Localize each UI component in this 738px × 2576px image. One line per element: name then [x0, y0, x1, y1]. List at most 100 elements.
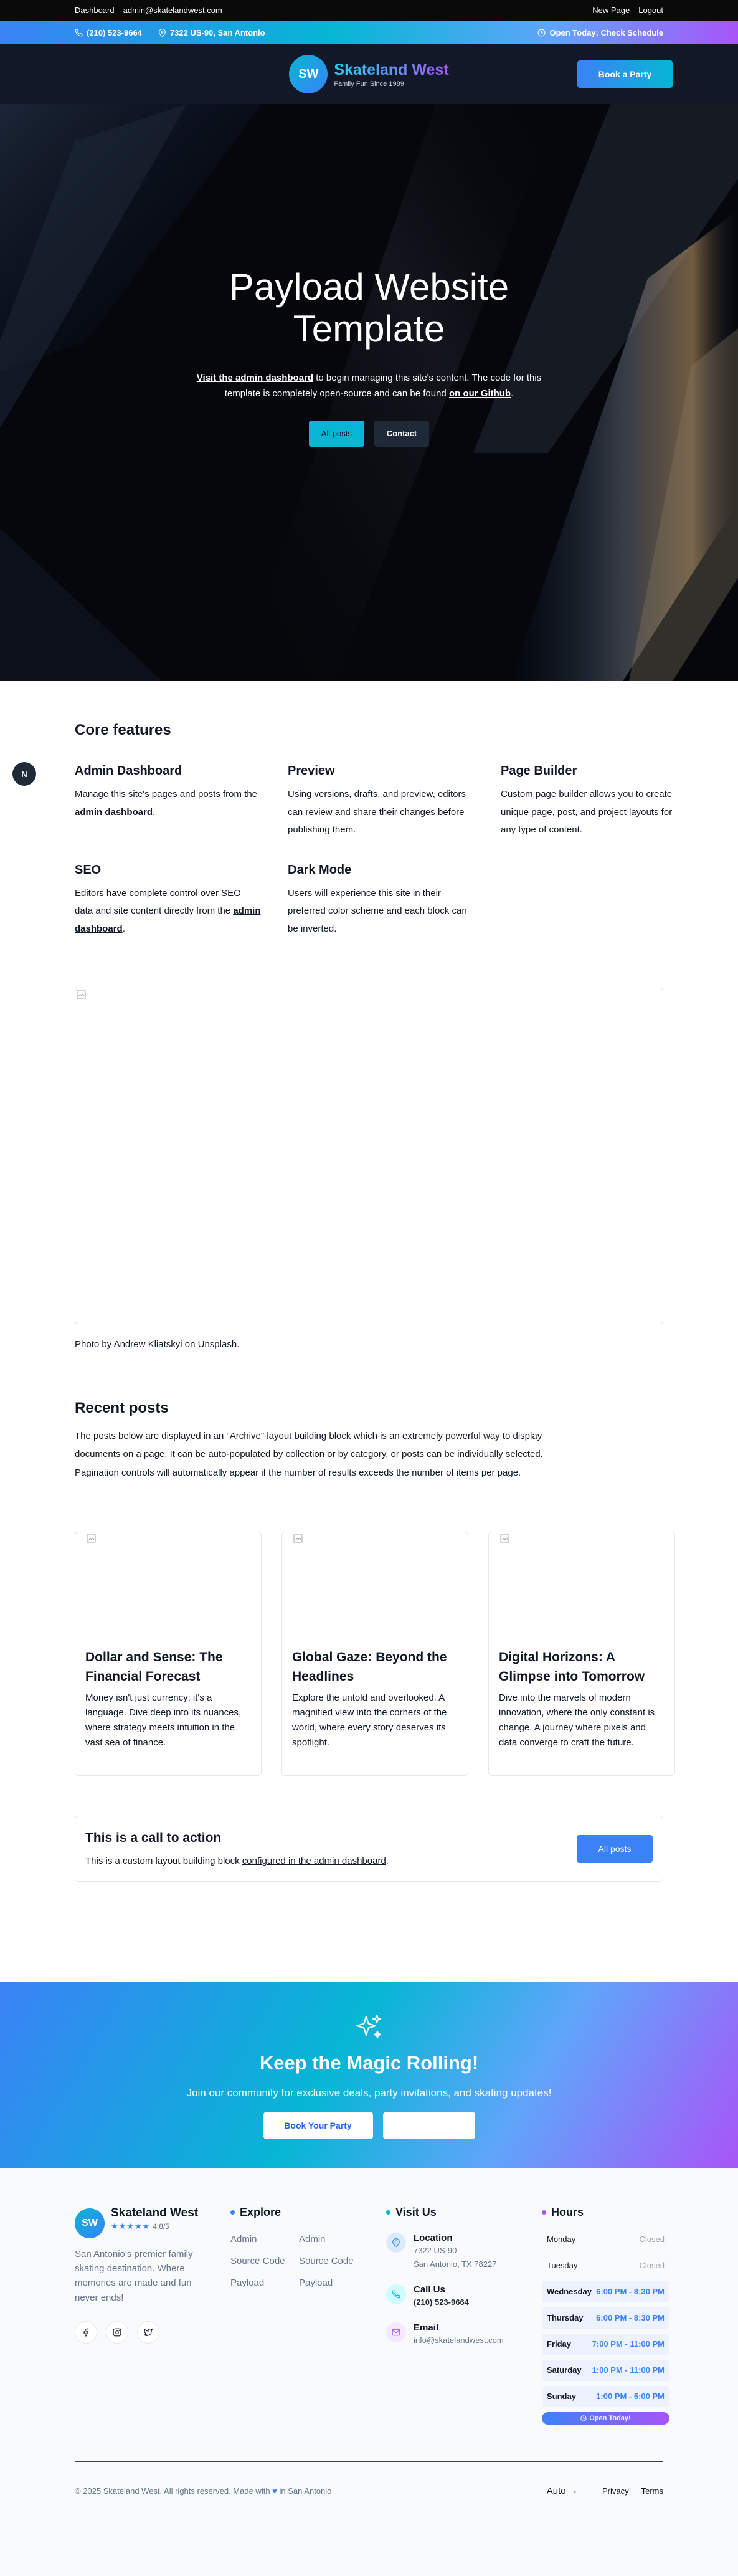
- feature-admin-link[interactable]: admin dashboard: [75, 807, 153, 818]
- open-today-text: Open Today!: [589, 2414, 631, 2422]
- call-to-action: This is a call to action This is a custo…: [75, 1815, 663, 1882]
- visit-call: Call Us (210) 523-9664: [386, 2284, 542, 2309]
- post-excerpt: Explore the untold and overlooked. A mag…: [292, 1692, 447, 1748]
- privacy-link[interactable]: Privacy: [602, 2486, 629, 2496]
- hero-all-posts-button[interactable]: All posts: [308, 420, 364, 447]
- feature-text-after: .: [122, 923, 125, 934]
- explore-title: Explore: [240, 2205, 281, 2218]
- post-card[interactable]: Global Gaze: Beyond the Headlines Explor…: [281, 1531, 468, 1776]
- post-thumbnail: [85, 1532, 251, 1638]
- magic-text: Join our community for exclusive deals, …: [186, 2086, 552, 2099]
- magic-title: Keep the Magic Rolling!: [259, 2051, 479, 2074]
- feature-text: Users will experience this site in their…: [288, 887, 467, 934]
- feature-title: Preview: [288, 764, 335, 778]
- info-schedule[interactable]: Open Today: Check Schedule: [537, 28, 663, 37]
- feature-text: Using versions, drafts, and preview, edi…: [288, 789, 466, 835]
- theme-selector[interactable]: Auto ⌄: [547, 2486, 577, 2496]
- cta-text: This is a custom layout building block c…: [85, 1856, 389, 1866]
- copyright-before: © 2025 Skateland West. All rights reserv…: [75, 2486, 273, 2496]
- dev-tools-badge[interactable]: N: [12, 762, 36, 786]
- instagram-icon[interactable]: [106, 2321, 128, 2344]
- hero-contact-button[interactable]: Contact: [374, 420, 430, 447]
- email-address[interactable]: info@skatelandwest.com: [414, 2334, 504, 2347]
- info-phone-text: (210) 523-9664: [87, 27, 142, 37]
- explore-link[interactable]: Source Code: [230, 2254, 299, 2268]
- explore-link[interactable]: Source Code: [299, 2254, 367, 2268]
- post-title[interactable]: Global Gaze: Beyond the Headlines: [292, 1648, 458, 1687]
- hours-time: 6:00 PM - 8:30 PM: [596, 2313, 665, 2323]
- footer-logo-badge: SW: [75, 2208, 105, 2238]
- caption-before: Photo by: [75, 1339, 114, 1350]
- info-phone[interactable]: (210) 523-9664: [75, 28, 142, 37]
- info-bar: (210) 523-9664 7322 US-90, San Antonio O…: [0, 21, 738, 44]
- post-title[interactable]: Dollar and Sense: The Financial Forecast: [85, 1648, 251, 1687]
- cta-admin-link[interactable]: configured in the admin dashboard: [242, 1856, 386, 1866]
- explore-link[interactable]: Payload: [299, 2276, 367, 2289]
- post-card[interactable]: Digital Horizons: A Glimpse into Tomorro…: [488, 1531, 675, 1776]
- feature-item: SEO Editors have complete control over S…: [75, 863, 262, 938]
- photographer-link[interactable]: Andrew Kliatskyi: [114, 1339, 182, 1350]
- explore-link[interactable]: Admin: [230, 2233, 299, 2246]
- twitter-icon[interactable]: [137, 2321, 159, 2344]
- call-title: Call Us: [414, 2284, 445, 2296]
- broken-image-icon: [87, 1534, 96, 1543]
- feature-text-before: Manage this site's pages and posts from …: [75, 789, 258, 799]
- hours-row: Thursday 6:00 PM - 8:30 PM: [542, 2307, 669, 2329]
- feature-title: Dark Mode: [288, 862, 352, 877]
- broken-image-icon: [293, 1534, 303, 1543]
- hero-title: Payload Website Template: [229, 266, 509, 350]
- heart-icon: ♥: [272, 2486, 277, 2496]
- hero: Payload Website Template Visit the admin…: [0, 104, 738, 681]
- clock-icon: [538, 29, 546, 36]
- cta-text-before: This is a custom layout building block: [85, 1856, 242, 1867]
- hours-time: 6:00 PM - 8:30 PM: [596, 2287, 665, 2297]
- feature-text: Manage this site's pages and posts from …: [75, 786, 262, 821]
- hours-row: Saturday 1:00 PM - 11:00 PM: [542, 2359, 669, 2381]
- clock-icon: [580, 2415, 587, 2421]
- hours-time: Closed: [639, 2261, 665, 2271]
- admin-bar: Dashboard admin@skatelandwest.com New Pa…: [0, 0, 738, 21]
- feature-item: Page Builder Custom page builder allows …: [501, 764, 688, 839]
- admin-dashboard-link[interactable]: Dashboard: [75, 6, 115, 15]
- book-party-button[interactable]: Book a Party: [577, 60, 673, 88]
- hours-day: Monday: [547, 2235, 576, 2244]
- email-title: Email: [414, 2322, 439, 2334]
- post-thumbnail: [292, 1532, 458, 1638]
- hours-day: Saturday: [547, 2365, 582, 2375]
- recent-posts-section: Recent posts The posts below are display…: [75, 1400, 675, 1776]
- sparkles-icon: [356, 2014, 381, 2038]
- feature-title: SEO: [75, 862, 102, 877]
- feature-item: Dark Mode Users will experience this sit…: [288, 863, 475, 938]
- footer-brand-name: Skateland West: [111, 2206, 199, 2220]
- site-logo[interactable]: SW Skateland West Family Fun Since 1989: [289, 55, 449, 93]
- explore-dot-icon: [230, 2210, 235, 2215]
- caption-after: on Unsplash.: [182, 1339, 240, 1350]
- site-tagline: Family Fun Since 1989: [334, 80, 404, 88]
- site-name: Skateland West: [334, 60, 449, 79]
- post-excerpt: Dive into the marvels of modern innovati…: [499, 1692, 655, 1748]
- post-thumbnail: [499, 1532, 665, 1638]
- footer-bottom: © 2025 Skateland West. All rights reserv…: [75, 2460, 663, 2496]
- hero-text: Visit the admin dashboard to begin manag…: [182, 371, 556, 402]
- terms-link[interactable]: Terms: [641, 2486, 663, 2496]
- cta-all-posts-button[interactable]: All posts: [577, 1834, 653, 1863]
- location-line2: San Antonio, TX 78227: [414, 2259, 497, 2269]
- logout-link[interactable]: Logout: [638, 6, 663, 15]
- hero-github-link[interactable]: on our Github: [449, 388, 511, 399]
- call-number[interactable]: (210) 523-9664: [414, 2296, 469, 2309]
- book-your-party-button[interactable]: Book Your Party: [263, 2111, 373, 2139]
- hours-dot-icon: [542, 2210, 546, 2215]
- secondary-magic-button[interactable]: [382, 2111, 475, 2139]
- post-card[interactable]: Dollar and Sense: The Financial Forecast…: [75, 1531, 262, 1776]
- info-address[interactable]: 7322 US-90, San Antonio: [158, 28, 265, 37]
- facebook-icon[interactable]: [75, 2321, 97, 2344]
- feature-item: Admin Dashboard Manage this site's pages…: [75, 764, 262, 839]
- call-phone-icon: [386, 2284, 406, 2305]
- hero-admin-link[interactable]: Visit the admin dashboard: [197, 373, 313, 383]
- explore-link[interactable]: Payload: [230, 2276, 299, 2289]
- post-title[interactable]: Digital Horizons: A Glimpse into Tomorro…: [499, 1648, 665, 1687]
- feature-title: Page Builder: [501, 764, 577, 778]
- visit-dot-icon: [386, 2210, 390, 2215]
- new-page-link[interactable]: New Page: [592, 6, 630, 15]
- explore-link[interactable]: Admin: [299, 2233, 367, 2246]
